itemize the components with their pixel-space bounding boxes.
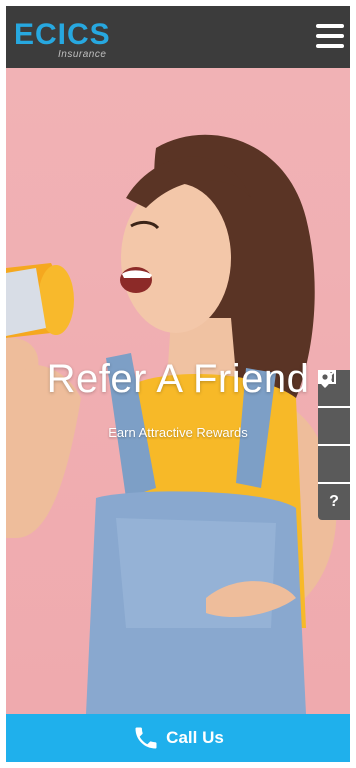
help-icon: ?	[329, 493, 339, 510]
call-us-button[interactable]: Call Us	[6, 714, 350, 762]
page-frame: ECICS Insurance Refer A Friend Earn Attr…	[6, 6, 350, 762]
side-tab-help[interactable]: ?	[318, 484, 350, 520]
logo-text: ECICS	[14, 18, 111, 51]
hero-title: Refer A Friend	[46, 357, 310, 401]
hero-subtitle: Earn Attractive Rewards	[108, 425, 248, 440]
hamburger-icon[interactable]	[316, 24, 344, 48]
side-tab-location[interactable]	[318, 370, 350, 484]
logo-subtext: Insurance	[58, 49, 107, 60]
side-contact-tabs: ?	[318, 370, 350, 520]
phone-icon	[135, 727, 157, 749]
call-us-label: Call Us	[166, 728, 224, 747]
top-header: ECICS Insurance	[6, 6, 350, 68]
side-tab-phone[interactable]	[318, 372, 350, 446]
location-pin-icon	[318, 370, 332, 388]
hero-banner: Refer A Friend Earn Attractive Rewards ?	[6, 68, 350, 714]
ecics-logo[interactable]: ECICS Insurance	[14, 18, 111, 60]
